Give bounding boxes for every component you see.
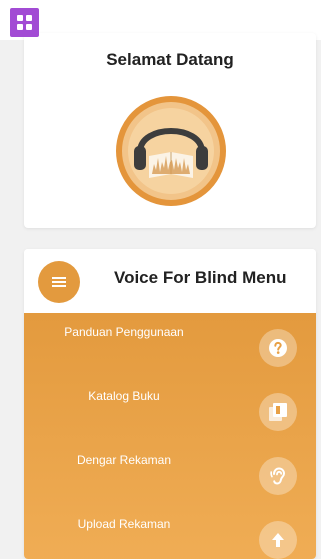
menu-header: Voice For Blind Menu [24, 249, 316, 313]
menu-item-label: Dengar Rekaman [76, 453, 172, 467]
menu-item-dengar-rekaman[interactable]: Dengar Rekaman [24, 441, 316, 505]
menu-card: Voice For Blind Menu Panduan Penggunaan … [24, 249, 316, 559]
upload-icon[interactable] [259, 521, 297, 559]
menu-icon[interactable] [38, 261, 80, 303]
menu-item-panduan-penggunaan[interactable]: Panduan Penggunaan [24, 313, 316, 377]
menu-item-label: Panduan Penggunaan [64, 325, 184, 339]
welcome-card: Selamat Datang [24, 33, 316, 228]
library-icon[interactable] [259, 393, 297, 431]
menu-title: Voice For Blind Menu [114, 268, 287, 287]
menu-item-label: Upload Rekaman [77, 517, 171, 531]
app-grid-icon[interactable] [10, 8, 39, 37]
welcome-title: Selamat Datang [106, 50, 234, 69]
ear-icon[interactable] [259, 457, 297, 495]
menu-item-katalog-buku[interactable]: Katalog Buku [24, 377, 316, 441]
menu-item-upload-rekaman[interactable]: Upload Rekaman [24, 505, 316, 559]
headphones-book-logo [116, 96, 226, 206]
menu-panel: Panduan Penggunaan Katalog Buku Dengar R… [24, 313, 316, 559]
help-icon[interactable] [259, 329, 297, 367]
menu-item-label: Katalog Buku [88, 389, 160, 403]
